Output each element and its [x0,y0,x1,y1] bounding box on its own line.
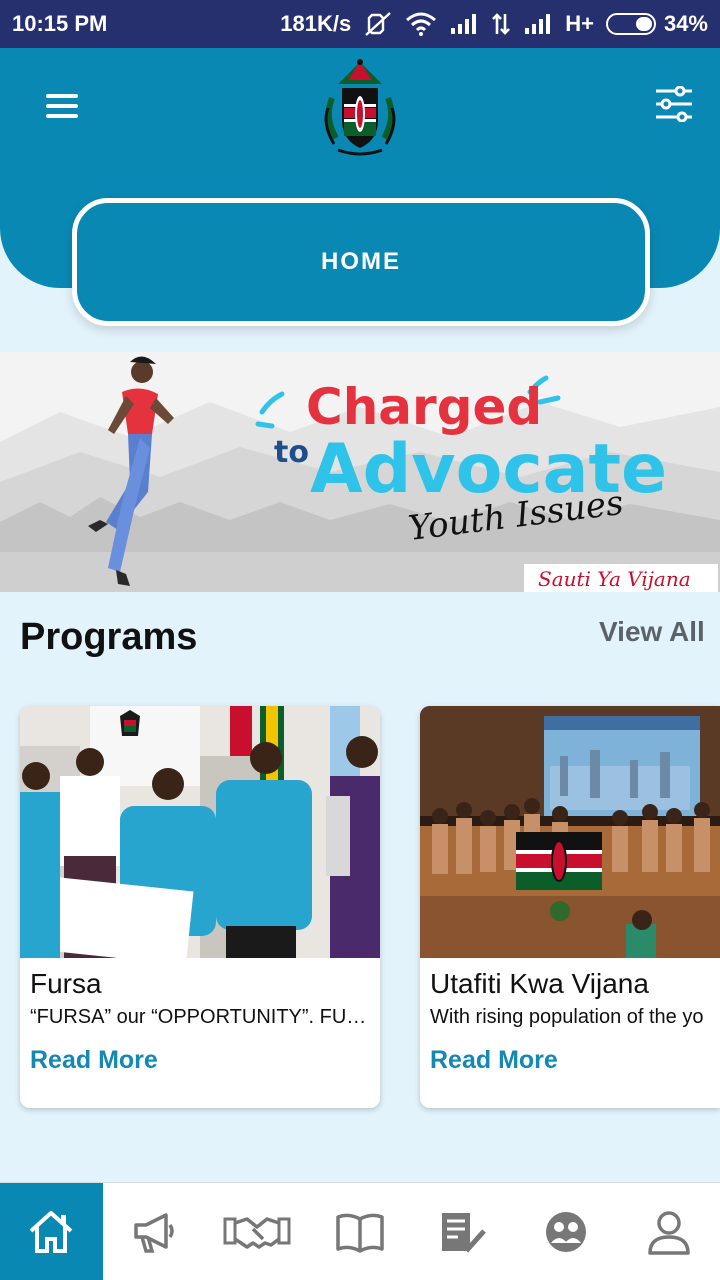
promo-banner[interactable]: Charged to Advocate Youth Issues Sauti Y… [0,352,720,592]
banner-line2-prefix: to [274,435,309,470]
network-type: H+ [565,11,594,36]
signal-icon-2 [523,13,553,35]
megaphone-icon [134,1212,175,1253]
nav-library[interactable] [309,1183,412,1280]
program-description: With rising population of the yo [430,1006,704,1028]
program-image-fursa [20,706,380,958]
bottom-nav [0,1182,720,1280]
battery-fill [636,17,652,31]
nav-announcements[interactable] [103,1183,206,1280]
battery-percent: 34% [663,11,708,36]
hamburger-menu-icon[interactable] [46,94,78,118]
program-card-utafiti[interactable]: Utafiti Kwa Vijana With rising populatio… [420,706,720,1108]
battery-icon [605,13,656,35]
checklist-icon [441,1212,486,1253]
banner-line1: Charged [306,378,542,436]
read-more-link[interactable]: Read More [30,1046,158,1075]
programs-heading: Programs [20,616,198,658]
nav-surveys[interactable] [411,1183,514,1280]
program-description: “FURSA” our “OPPORTUNITY”. FU… [30,1006,367,1028]
home-icon [30,1210,73,1253]
program-card-fursa[interactable]: Fursa “FURSA” our “OPPORTUNITY”. FU… Rea… [20,706,380,1108]
status-right: 181K/s H+ 34% [280,11,708,37]
network-speed: 181K/s [280,11,352,36]
banner-graphic: Charged to Advocate Youth Issues Sauti Y… [0,352,720,592]
signal-icon [449,13,479,35]
nav-profile[interactable] [617,1183,720,1280]
data-transfer-icon [491,12,511,36]
program-title: Utafiti Kwa Vijana [430,968,649,999]
mute-vibrate-icon [363,11,393,37]
home-pill-label: HOME [321,248,401,275]
read-more-link[interactable]: Read More [430,1046,558,1075]
view-all-link[interactable]: View All [599,616,705,648]
status-time: 10:15 PM [12,11,108,36]
group-icon [545,1211,586,1252]
nav-home[interactable] [0,1183,103,1280]
banner-tag: Sauti Ya Vijana [538,567,691,591]
nav-partnerships[interactable] [206,1183,309,1280]
handshake-icon [223,1216,291,1249]
battery-indicator: 34% [605,11,708,37]
program-title: Fursa [30,968,102,999]
status-bar: 10:15 PM 181K/s H+ 34% [0,0,720,48]
sliders-filter-icon[interactable] [654,85,694,123]
home-nav-pill[interactable]: HOME [72,198,650,326]
nav-community[interactable] [514,1183,617,1280]
wifi-icon [405,12,437,36]
book-icon [336,1213,384,1253]
profile-icon [647,1210,690,1255]
coat-of-arms-logo [318,58,402,158]
program-image-utafiti [420,706,720,958]
